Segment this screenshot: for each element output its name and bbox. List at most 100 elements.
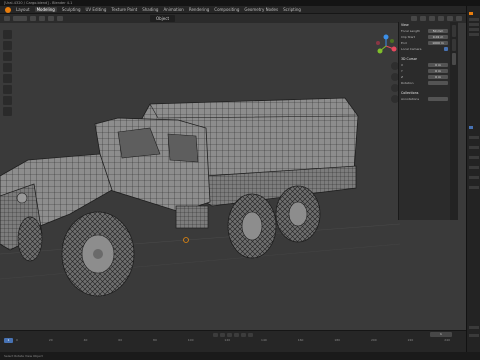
tick-label: 100 [187,338,194,342]
tick-label: 80 [153,338,157,342]
sidebar-tab-view[interactable] [452,53,456,65]
3d-viewport[interactable]: Object [0,14,466,330]
property-field[interactable] [428,81,448,85]
rotate-tool-icon[interactable] [3,63,12,72]
outliner-row[interactable] [469,28,479,31]
shading-solid-button[interactable] [438,16,444,21]
property-label: Clip Start [401,35,415,39]
tick-label: 160 [297,338,304,342]
navigation-gizmo-icon[interactable] [374,34,398,58]
side-window [167,133,199,163]
tick-label: 220 [407,338,414,342]
sidebar-tab-item[interactable] [452,25,456,37]
object-menu[interactable] [57,16,63,21]
shading-wireframe-button[interactable] [429,16,435,21]
outliner-row[interactable] [469,23,479,26]
property-label: End [401,41,407,45]
outliner-row[interactable] [469,33,479,36]
workspace-tab[interactable]: Animation [163,7,183,12]
outliner-row[interactable] [469,18,479,21]
sidebar-tabs [450,22,458,220]
viewport-header: Object [0,14,466,23]
move-tool-icon[interactable] [3,52,12,61]
properties-tab[interactable] [469,326,479,329]
workspace-menubar: Layout Modeling Sculpting UV Editing Tex… [0,6,466,14]
workspace-tab[interactable]: Sculpting [62,7,81,12]
workspace-tab[interactable]: Scripting [283,7,301,12]
tick-label: 200 [370,338,377,342]
timeline-editor: 1 0 20 40 60 80 100 120 140 160 180 200 … [0,330,466,352]
tick-label: 60 [118,338,123,342]
view-menu[interactable] [30,16,36,21]
sidebar-tab-tool[interactable] [452,39,456,51]
property-field[interactable]: 50 mm [428,29,448,33]
workspace-tab[interactable]: UV Editing [86,7,107,12]
play-reverse-icon[interactable] [227,332,232,337]
workspace-tab-active[interactable]: Modeling [34,7,57,12]
play-icon[interactable] [234,332,239,337]
playback-controls [0,331,466,338]
jump-end-icon[interactable] [248,332,253,337]
property-field[interactable]: 0 m [428,75,448,79]
workspace-tab[interactable]: Shading [142,7,158,12]
tick-label: 140 [261,338,267,342]
tick-label: 120 [224,338,231,342]
properties-tab[interactable] [469,186,479,189]
rear-wheel [275,185,321,243]
current-frame-field[interactable]: 1 [430,332,452,337]
property-label: Focal Length [401,29,421,33]
property-field[interactable]: 1000 m [428,41,448,45]
select-menu[interactable] [39,16,45,21]
timeline-ruler[interactable]: 0 20 40 60 80 100 120 140 160 180 200 22… [0,338,466,344]
mid-rear-wheel [227,193,277,259]
select-tool-icon[interactable] [3,30,12,39]
shading-rendered-button[interactable] [456,16,462,21]
star-emblem-icon [16,192,28,204]
mode-select[interactable] [13,16,27,21]
property-field[interactable] [428,97,448,101]
next-keyframe-icon[interactable] [241,332,246,337]
tick-label: 20 [48,338,53,342]
truck-cab [94,117,211,213]
property-label: Y [401,69,403,73]
property-field[interactable]: 0 m [428,69,448,73]
add-menu[interactable] [48,16,54,21]
property-label: Z [401,75,404,79]
property-field[interactable]: 0.01 m [428,35,448,39]
tick-label: 180 [334,338,341,342]
playhead[interactable]: 1 [4,338,13,343]
properties-tab[interactable] [469,146,479,149]
transform-orientation-select[interactable]: Object [150,15,176,22]
property-field[interactable]: 0 m [428,63,448,67]
editor-type-button[interactable] [4,16,10,21]
property-label: Annotations [401,97,420,101]
tick-label: 40 [83,338,88,342]
properties-tab[interactable] [469,136,479,139]
workspace-tab[interactable]: Compositing [214,7,239,12]
front-wheel [61,211,135,297]
overlay-toggle[interactable] [411,16,417,21]
prev-keyframe-icon[interactable] [220,332,225,337]
outliner-row[interactable] [469,12,473,15]
properties-tab[interactable] [469,334,479,337]
property-label: X [401,63,404,67]
scale-tool-icon[interactable] [3,74,12,83]
workspace-tab[interactable]: Layout [16,7,30,12]
properties-tab[interactable] [469,166,479,169]
outliner-properties-strip [466,6,480,352]
xray-toggle[interactable] [420,16,426,21]
cursor-tool-icon[interactable] [3,41,12,50]
properties-tab[interactable] [469,156,479,159]
properties-tab[interactable] [469,126,473,129]
truck-mesh-wireframe[interactable] [0,84,400,304]
blender-logo-icon[interactable] [5,6,11,13]
status-bar: Select Rotate View Object [0,352,480,360]
property-label: Local Camera [401,47,422,51]
workspace-tab[interactable]: Texture Paint [111,7,137,12]
property-toggle[interactable] [444,47,448,51]
properties-tab[interactable] [469,176,479,179]
jump-start-icon[interactable] [213,332,218,337]
workspace-tab[interactable]: Geometry Nodes [244,7,278,12]
shading-material-button[interactable] [447,16,453,21]
workspace-tab[interactable]: Rendering [189,7,209,12]
